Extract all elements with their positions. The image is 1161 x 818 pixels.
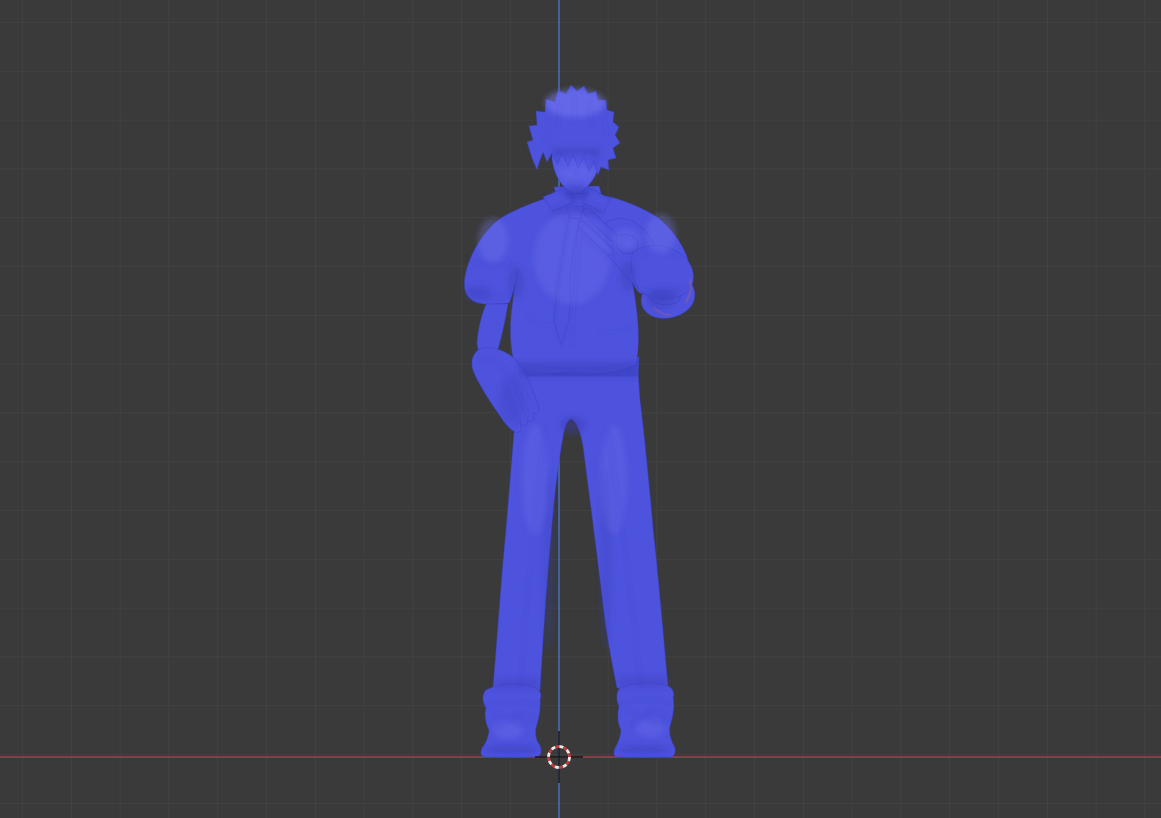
- viewport-canvas[interactable]: [0, 0, 1161, 818]
- 3d-viewport[interactable]: [0, 0, 1161, 818]
